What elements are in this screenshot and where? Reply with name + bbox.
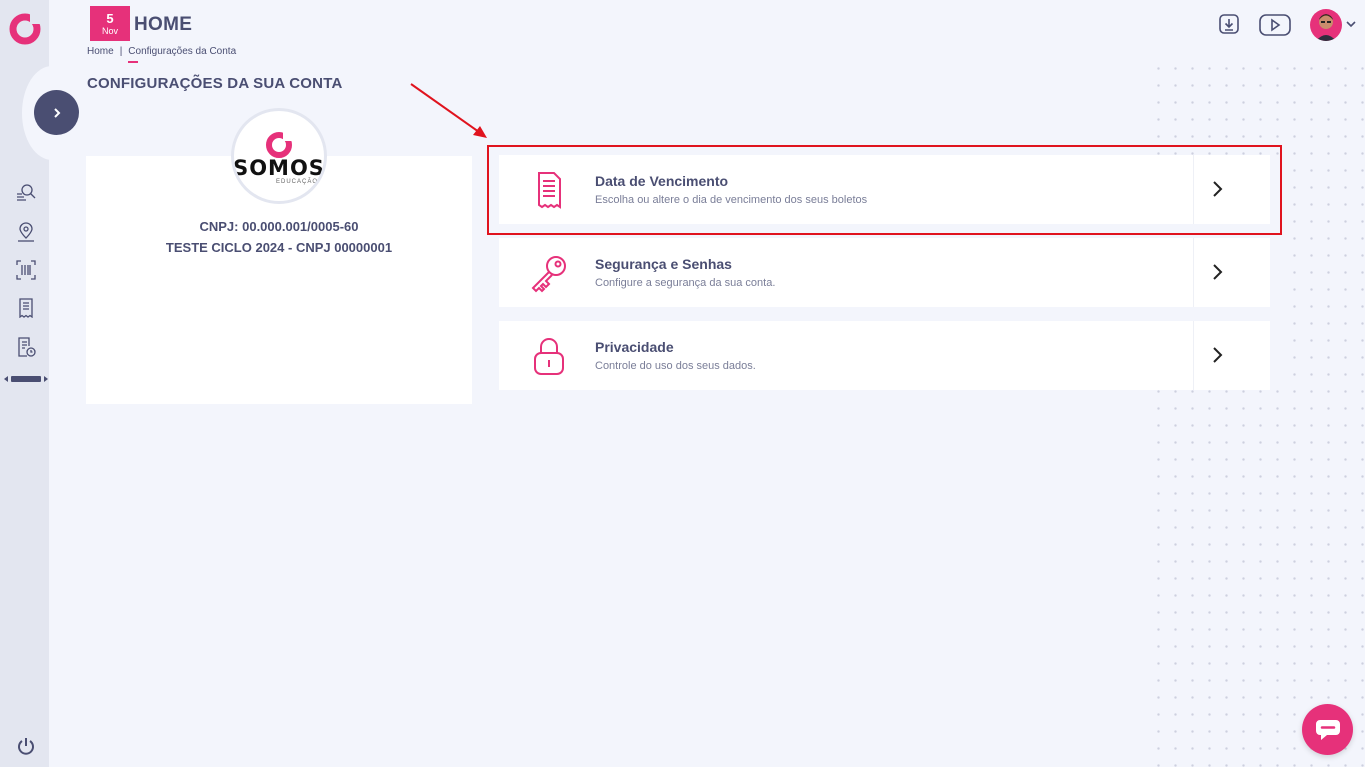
breadcrumb: Home | Configurações da Conta (87, 46, 237, 57)
key-icon (531, 256, 566, 293)
avatar[interactable] (1310, 9, 1342, 41)
receipt-icon (538, 172, 561, 209)
logo-ring-icon (266, 130, 293, 158)
chat-icon (1315, 719, 1340, 740)
chevron-right-icon (53, 107, 60, 118)
chevron-right-icon[interactable] (1211, 346, 1225, 364)
power-icon[interactable] (16, 736, 36, 756)
account-cnpj: CNPJ: 00.000.001/0005-60 (199, 219, 359, 234)
menu-item-title: Privacidade (595, 339, 674, 355)
video-icon[interactable] (1259, 14, 1291, 36)
chat-button[interactable] (1302, 704, 1353, 755)
menu-item-title: Data de Vencimento (595, 173, 729, 189)
chevron-down-icon[interactable] (1346, 20, 1356, 28)
chevron-right-icon[interactable] (1211, 180, 1225, 198)
account-name: TESTE CICLO 2024 - CNPJ 00000001 (165, 240, 393, 255)
download-icon[interactable] (1219, 12, 1239, 36)
menu-item-privacidade[interactable]: Privacidade Controle do uso dos seus dad… (499, 321, 1270, 390)
menu-item-desc: Escolha ou altere o dia de vencimento do… (595, 194, 868, 206)
company-logo: SOMOS EDUCAÇÃO (231, 108, 327, 204)
expand-sidebar-button[interactable] (34, 90, 79, 135)
chevron-right-icon[interactable] (1211, 263, 1225, 281)
section-title: CONFIGURAÇÕES DA SUA CONTA (87, 75, 343, 92)
menu-item-desc: Configure a segurança da sua conta. (595, 277, 776, 289)
barcode-icon[interactable] (15, 259, 37, 281)
logo-subtext: EDUCAÇÃO (275, 178, 318, 185)
date-day: 5 (106, 11, 114, 26)
date-month: Nov (101, 26, 118, 36)
annotation-arrow-icon (410, 83, 487, 138)
breadcrumb-current: Configurações da Conta (128, 46, 237, 57)
menu-item-title: Segurança e Senhas (595, 256, 732, 272)
search-list-icon[interactable] (15, 182, 37, 204)
lock-icon (534, 338, 564, 375)
menu-item-data-vencimento[interactable]: Data de Vencimento Escolha ou altere o d… (499, 155, 1270, 224)
app-logo[interactable] (8, 12, 42, 46)
breadcrumb-home[interactable]: Home (87, 46, 114, 57)
sidebar-scrollbar[interactable] (4, 375, 48, 383)
document-clock-icon[interactable] (15, 336, 37, 358)
logo-wordmark: SOMOS (233, 155, 325, 180)
menu-item-seguranca[interactable]: Segurança e Senhas Configure a segurança… (499, 238, 1270, 307)
page-title: HOME (134, 14, 193, 35)
menu-item-desc: Controle do uso dos seus dados. (595, 360, 756, 372)
receipt-icon[interactable] (15, 297, 37, 319)
date-badge: 5 Nov (90, 6, 130, 41)
location-icon[interactable] (15, 221, 37, 243)
